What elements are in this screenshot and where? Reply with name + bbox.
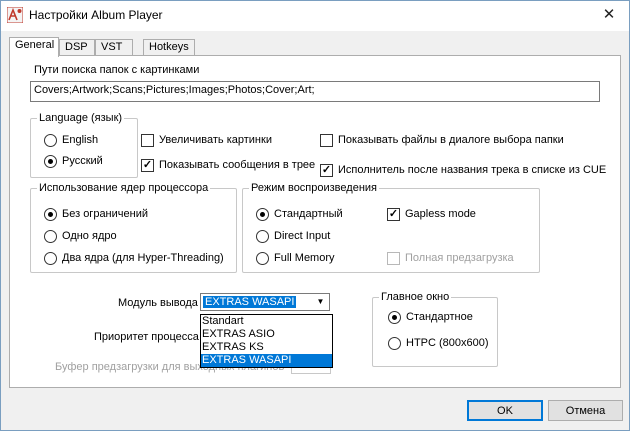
playback-direct-input-label: Direct Input xyxy=(274,230,331,242)
artist-after-title-cue-checkbox[interactable]: ✓ xyxy=(320,164,333,177)
cpu-unlimited-label: Без ограничений xyxy=(62,208,148,220)
cancel-button[interactable]: Отмена xyxy=(548,400,623,421)
language-russian-radio[interactable] xyxy=(44,155,57,168)
tab-dsp[interactable]: DSP xyxy=(59,39,95,56)
close-button[interactable]: ✕ xyxy=(591,3,627,27)
cpu-cores-group-title: Использование ядер процессора xyxy=(39,182,209,194)
process-priority-label: Приоритет процесса xyxy=(94,331,199,343)
show-files-folder-dialog-checkbox[interactable] xyxy=(320,134,333,147)
chevron-down-icon[interactable]: ▼ xyxy=(313,295,328,309)
app-icon xyxy=(7,7,23,23)
full-preload-label: Полная предзагрузка xyxy=(405,252,514,264)
tab-hotkeys[interactable]: Hotkeys xyxy=(143,39,195,56)
settings-window: Настройки Album Player ✕ General DSP VST… xyxy=(0,0,630,431)
playback-standard-label: Стандартный xyxy=(274,208,343,220)
show-tray-messages-checkbox[interactable]: ✓ xyxy=(141,159,154,172)
tab-vst[interactable]: VST xyxy=(95,39,133,56)
cpu-one-core-radio[interactable] xyxy=(44,230,57,243)
output-module-label: Модуль вывода xyxy=(118,297,198,309)
ok-button[interactable]: OK xyxy=(467,400,543,421)
playback-full-memory-radio[interactable] xyxy=(256,252,269,265)
close-icon: ✕ xyxy=(602,6,616,23)
cpu-two-cores-label: Два ядра (для Hyper-Threading) xyxy=(62,252,224,264)
tab-general[interactable]: General xyxy=(9,37,59,57)
search-paths-input[interactable]: Covers;Artwork;Scans;Pictures;Images;Pho… xyxy=(30,81,600,102)
language-group-title: Language (язык) xyxy=(39,112,123,124)
main-window-group: Главное окно xyxy=(372,291,498,367)
playback-direct-input-radio[interactable] xyxy=(256,230,269,243)
enlarge-images-label: Увеличивать картинки xyxy=(159,134,272,146)
cpu-two-cores-radio[interactable] xyxy=(44,252,57,265)
main-window-standard-label: Стандартное xyxy=(406,311,473,323)
artist-after-title-cue-label: Исполнитель после названия трека в списк… xyxy=(338,164,607,176)
main-window-group-title: Главное окно xyxy=(381,291,450,303)
gapless-mode-checkbox[interactable]: ✓ xyxy=(387,208,400,221)
language-english-label: English xyxy=(62,134,99,146)
checkmark-icon: ✓ xyxy=(321,164,332,176)
general-tab-panel: Пути поиска папок с картинками Covers;Ar… xyxy=(9,55,621,388)
playback-mode-group-title: Режим воспроизведения xyxy=(251,182,377,194)
output-module-option-asio[interactable]: EXTRAS ASIO xyxy=(201,328,332,341)
checkmark-icon: ✓ xyxy=(142,159,153,171)
title-bar: Настройки Album Player ✕ xyxy=(1,1,629,31)
output-module-selected-value: EXTRAS WASAPI xyxy=(203,296,297,308)
output-module-dropdown-list: Standart EXTRAS ASIO EXTRAS KS EXTRAS WA… xyxy=(200,314,333,368)
playback-full-memory-label: Full Memory xyxy=(274,252,335,264)
main-window-standard-radio[interactable] xyxy=(388,311,401,324)
checkmark-icon: ✓ xyxy=(388,208,399,220)
playback-standard-radio[interactable] xyxy=(256,208,269,221)
show-files-folder-dialog-label: Показывать файлы в диалоге выбора папки xyxy=(338,134,564,146)
main-window-htpc-radio[interactable] xyxy=(388,337,401,350)
cpu-one-core-label: Одно ядро xyxy=(62,230,117,242)
output-module-option-ks[interactable]: EXTRAS KS xyxy=(201,341,332,354)
language-russian-label: Русский xyxy=(62,155,103,167)
main-window-htpc-label: HTPC (800x600) xyxy=(406,337,489,349)
language-english-radio[interactable] xyxy=(44,134,57,147)
show-tray-messages-label: Показывать сообщения в трее xyxy=(159,159,316,171)
window-title: Настройки Album Player xyxy=(29,8,163,22)
search-paths-label: Пути поиска папок с картинками xyxy=(34,64,200,76)
output-module-select[interactable]: EXTRAS WASAPI ▼ xyxy=(200,293,330,311)
output-module-option-standart[interactable]: Standart xyxy=(201,315,332,328)
full-preload-checkbox[interactable] xyxy=(387,252,400,265)
output-module-option-wasapi[interactable]: EXTRAS WASAPI xyxy=(201,354,332,367)
enlarge-images-checkbox[interactable] xyxy=(141,134,154,147)
gapless-mode-label: Gapless mode xyxy=(405,208,476,220)
cpu-unlimited-radio[interactable] xyxy=(44,208,57,221)
